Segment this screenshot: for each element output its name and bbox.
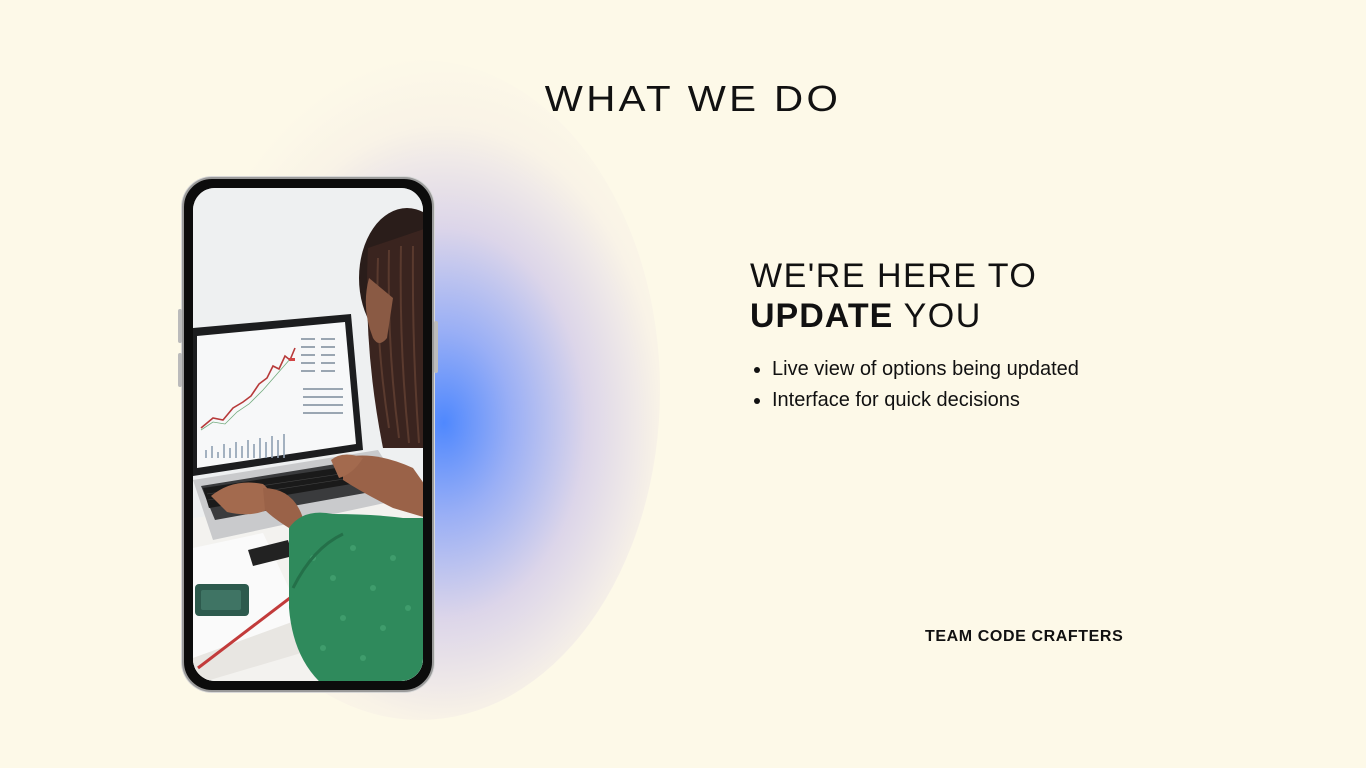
list-item: Live view of options being updated (772, 354, 1079, 385)
person-at-laptop-photo (193, 188, 423, 681)
page-title: WHAT WE DO (544, 78, 842, 119)
phone-volume-button (178, 309, 182, 343)
headline-emphasis: UPDATE (750, 297, 894, 335)
headline-line-1: WE'RE HERE TO (750, 257, 1038, 295)
feature-list: Live view of options being updated Inter… (750, 354, 1079, 416)
headline-line-2: UPDATE YOU (750, 296, 1037, 336)
phone-volume-button (178, 353, 182, 387)
phone-screen-photo (193, 188, 423, 681)
phone-power-button (434, 321, 438, 373)
slide: WHAT WE DO WE'RE HERE TO UPDATE YOU • Li… (0, 0, 1366, 768)
list-item: Interface for quick decisions (772, 385, 1079, 416)
headline: WE'RE HERE TO UPDATE YOU (750, 256, 1037, 336)
team-name: TEAM CODE CRAFTERS (925, 628, 1124, 645)
phone-mockup (178, 177, 438, 692)
headline-line-2-rest: YOU (893, 297, 982, 335)
